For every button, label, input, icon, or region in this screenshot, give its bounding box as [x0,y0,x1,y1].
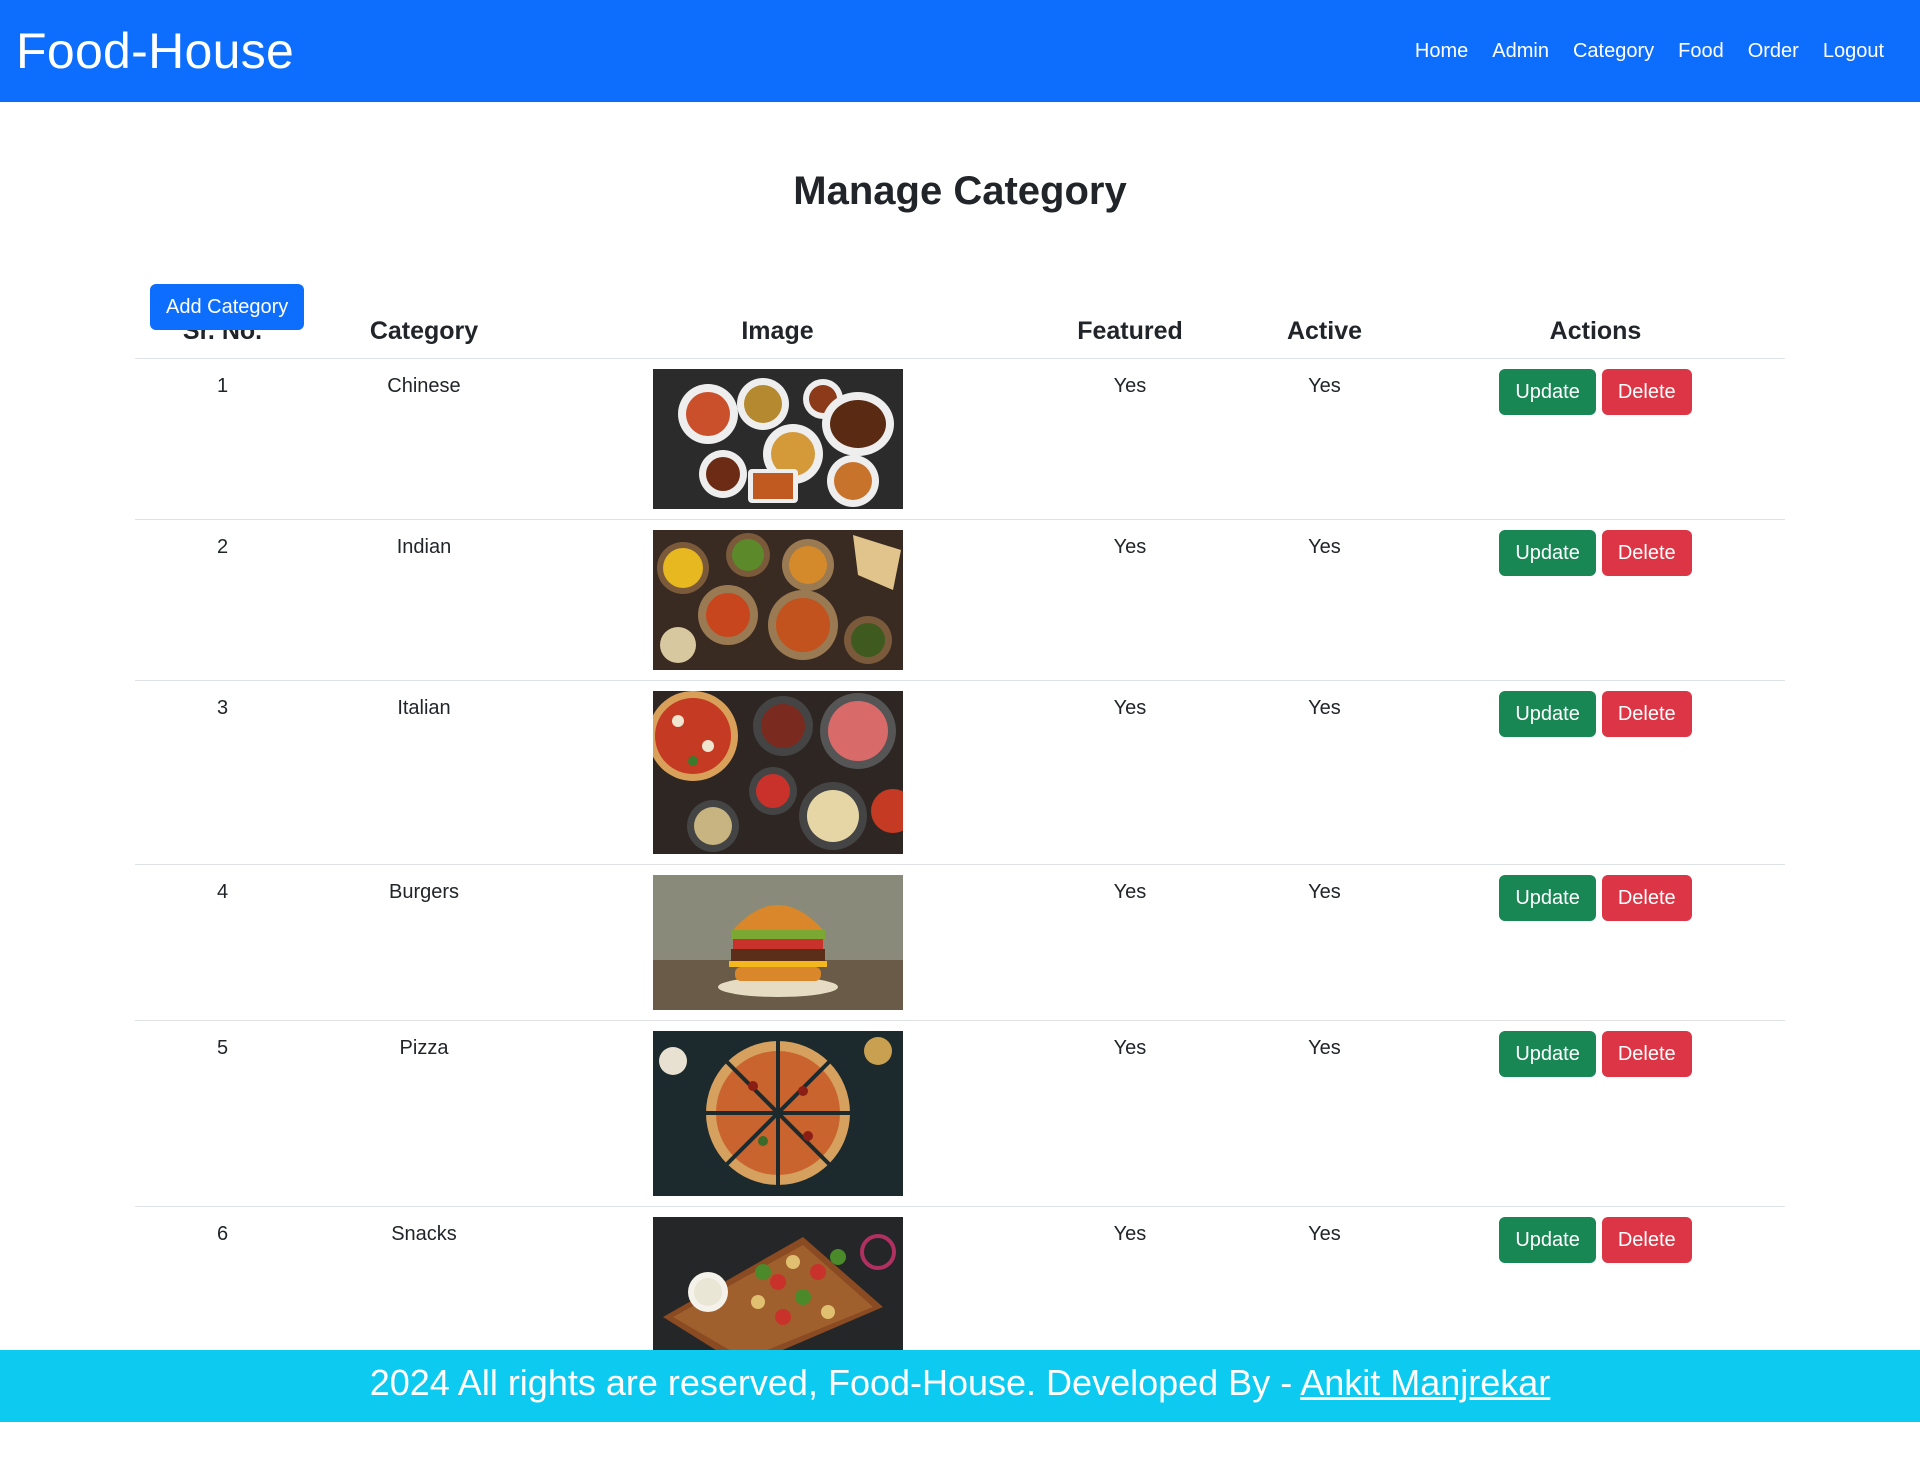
table-row: 6 Snacks Yes Yes Update Delete [135,1206,1785,1371]
category-image [538,369,1017,509]
active-cell: Yes [1243,358,1406,520]
sr-no-cell: 1 [135,358,310,520]
category-name-cell: Snacks [310,1206,538,1371]
add-category-button[interactable]: Add Category [150,284,305,330]
footer: 2024 All rights are reserved, Food-House… [0,1350,1920,1422]
category-image [538,691,1017,854]
image-cell [538,864,1017,1021]
image-cell [538,1206,1017,1371]
sr-no-cell: 3 [135,680,310,865]
actions-cell: Update Delete [1406,519,1785,681]
actions-cell: Update Delete [1406,358,1785,520]
nav-menu: Home Admin Category Food Order Logout [1403,40,1896,63]
active-cell: Yes [1243,864,1406,1021]
nav-link-logout[interactable]: Logout [1811,40,1896,63]
nav-link-admin[interactable]: Admin [1480,40,1561,63]
category-image [538,1217,1017,1360]
category-image [538,875,1017,1010]
active-cell: Yes [1243,519,1406,681]
category-image [538,530,1017,670]
active-cell: Yes [1243,680,1406,865]
image-cell [538,358,1017,520]
image-cell [538,519,1017,681]
brand-title[interactable]: Food-House [16,22,294,80]
category-name-cell: Burgers [310,864,538,1021]
category-name-cell: Indian [310,519,538,681]
table-row: 4 Burgers Yes Yes Update Delete [135,864,1785,1021]
actions-cell: Update Delete [1406,680,1785,865]
header-featured: Featured [1017,304,1243,359]
featured-cell: Yes [1017,519,1243,681]
table-row: 3 Italian Yes Yes Update Delete [135,680,1785,865]
actions-cell: Update Delete [1406,1206,1785,1371]
category-name-cell: Pizza [310,1020,538,1207]
table-row: 2 Indian Yes Yes Update Delete [135,519,1785,681]
nav-link-category[interactable]: Category [1561,40,1666,63]
featured-cell: Yes [1017,864,1243,1021]
featured-cell: Yes [1017,680,1243,865]
footer-text: 2024 All rights are reserved, Food-House… [369,1362,1301,1403]
category-name-cell: Chinese [310,358,538,520]
actions-cell: Update Delete [1406,864,1785,1021]
category-table: Sr. No. Category Image Featured Active A… [135,304,1785,1371]
sr-no-cell: 4 [135,864,310,1021]
sr-no-cell: 5 [135,1020,310,1207]
table-header-row: Sr. No. Category Image Featured Active A… [135,304,1785,359]
actions-cell: Update Delete [1406,1020,1785,1207]
update-button[interactable]: Update [1499,875,1596,921]
page-title: Manage Category [793,169,1127,213]
category-image [538,1031,1017,1196]
header-image: Image [538,304,1017,359]
active-cell: Yes [1243,1020,1406,1207]
category-name-cell: Italian [310,680,538,865]
update-button[interactable]: Update [1499,1031,1596,1077]
navbar: Food-House Home Admin Category Food Orde… [0,0,1920,102]
sr-no-cell: 2 [135,519,310,681]
featured-cell: Yes [1017,1020,1243,1207]
featured-cell: Yes [1017,1206,1243,1371]
header-category: Category [310,304,538,359]
nav-link-order[interactable]: Order [1736,40,1811,63]
sr-no-cell: 6 [135,1206,310,1371]
table-row: 1 Chinese Yes Yes Update Delete [135,358,1785,520]
update-button[interactable]: Update [1499,1217,1596,1263]
update-button[interactable]: Update [1499,369,1596,415]
main-container: Manage Category Add Category Sr. No. Cat… [135,164,1785,1371]
delete-button[interactable]: Delete [1601,369,1692,415]
delete-button[interactable]: Delete [1601,1217,1692,1263]
nav-link-home[interactable]: Home [1403,40,1480,63]
developer-link[interactable]: Ankit Manjrekar [1300,1362,1550,1403]
delete-button[interactable]: Delete [1601,1031,1692,1077]
featured-cell: Yes [1017,358,1243,520]
delete-button[interactable]: Delete [1601,530,1692,576]
image-cell [538,680,1017,865]
image-cell [538,1020,1017,1207]
update-button[interactable]: Update [1499,691,1596,737]
header-active: Active [1243,304,1406,359]
delete-button[interactable]: Delete [1601,691,1692,737]
nav-link-food[interactable]: Food [1666,40,1736,63]
active-cell: Yes [1243,1206,1406,1371]
update-button[interactable]: Update [1499,530,1596,576]
delete-button[interactable]: Delete [1601,875,1692,921]
table-row: 5 Pizza Yes Yes Update Delete [135,1020,1785,1207]
header-actions: Actions [1406,304,1785,359]
